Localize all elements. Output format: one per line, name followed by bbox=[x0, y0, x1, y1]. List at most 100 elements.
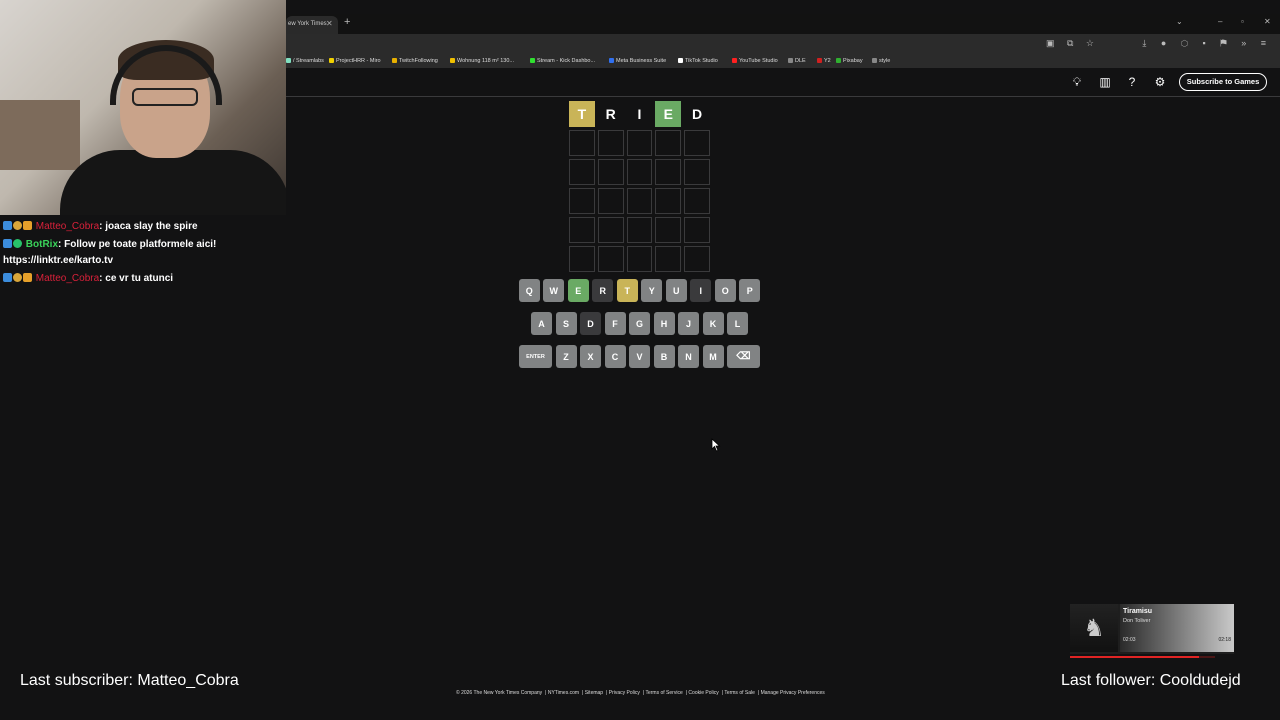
key-y[interactable]: Y bbox=[641, 279, 663, 302]
new-tab-icon[interactable]: + bbox=[344, 16, 350, 28]
chat-username: Matteo_Cobra bbox=[35, 221, 100, 232]
board-row bbox=[569, 159, 710, 185]
close-window-icon[interactable]: ✕ bbox=[1264, 17, 1271, 26]
progress-fill bbox=[1070, 656, 1200, 658]
key-a[interactable]: A bbox=[531, 312, 552, 335]
page-action-icons[interactable]: ▣ ⧉ ☆ bbox=[1046, 38, 1099, 49]
bookmark-item[interactable]: / Streamlabs bbox=[286, 58, 324, 64]
bookmark-favicon-icon bbox=[836, 58, 841, 63]
progress-track bbox=[1070, 656, 1215, 658]
badge-icon bbox=[3, 221, 12, 230]
minimize-icon[interactable]: – bbox=[1218, 17, 1222, 26]
footer-link[interactable]: | Privacy Policy bbox=[606, 690, 640, 696]
board-tile bbox=[597, 217, 624, 243]
board-tile bbox=[569, 217, 595, 243]
board-tile bbox=[655, 246, 682, 272]
board-tile bbox=[655, 130, 682, 156]
key-i[interactable]: I bbox=[690, 279, 712, 302]
key-d[interactable]: D bbox=[580, 312, 601, 335]
lightbulb-icon[interactable]: 💡︎ bbox=[1070, 75, 1084, 89]
board-tile bbox=[655, 217, 682, 243]
chat-panel: Matteo_Cobra: joaca slay the spire BotRi… bbox=[0, 218, 286, 288]
bookmark-item[interactable]: Meta Business Suite bbox=[609, 58, 666, 64]
key-n[interactable]: N bbox=[678, 345, 699, 368]
footer-link[interactable]: | Manage Privacy Preferences bbox=[758, 690, 825, 696]
bookmark-item[interactable]: DLE bbox=[788, 58, 806, 64]
footer-link[interactable]: | Sitemap bbox=[582, 690, 603, 696]
footer-link[interactable]: | Terms of Service bbox=[643, 690, 683, 696]
close-icon[interactable]: ✕ bbox=[326, 19, 333, 28]
key-m[interactable]: M bbox=[702, 345, 724, 368]
key-g[interactable]: G bbox=[629, 312, 650, 335]
tab-title: ew York Times bbox=[288, 21, 327, 27]
chevron-down-icon[interactable]: ⌄ bbox=[1176, 17, 1183, 26]
bookmarks-bar: / Streamlabs ProjectHRR - Miro TwitchFollo… bbox=[286, 54, 1280, 68]
bookmark-item[interactable]: Pixabay bbox=[836, 58, 863, 64]
webcam-feed bbox=[0, 0, 286, 215]
key-x[interactable]: X bbox=[580, 345, 601, 368]
bookmark-item[interactable]: Wohnung 118 m² 130... bbox=[450, 58, 514, 64]
bookmark-label: Wohnung 118 m² 130... bbox=[457, 58, 514, 64]
board-tile bbox=[597, 188, 624, 214]
backspace-key[interactable]: ⌫ bbox=[727, 345, 760, 368]
board-tile bbox=[684, 130, 710, 156]
enter-key[interactable]: ENTER bbox=[519, 345, 552, 368]
board-row: TRIED bbox=[569, 101, 710, 127]
help-icon[interactable]: ? bbox=[1125, 75, 1139, 89]
extension-icons[interactable]: ⤓ ● ⬡ ▪ ⚑ » ≡ bbox=[1142, 38, 1272, 49]
key-f[interactable]: F bbox=[604, 312, 626, 335]
chat-link[interactable]: https://linktr.ee/karto.tv bbox=[3, 255, 113, 266]
bookmark-item[interactable]: TwitchFollowing bbox=[392, 58, 438, 64]
key-o[interactable]: O bbox=[714, 279, 736, 302]
key-j[interactable]: J bbox=[678, 312, 699, 335]
footer-link[interactable]: | Cookie Policy bbox=[686, 690, 719, 696]
key-v[interactable]: V bbox=[629, 345, 650, 368]
stats-icon[interactable]: ▥ bbox=[1098, 75, 1112, 89]
bookmark-item[interactable]: YouTube Studio bbox=[732, 58, 778, 64]
key-u[interactable]: U bbox=[665, 279, 687, 302]
address-bar[interactable]: ▣ ⧉ ☆ ⤓ ● ⬡ ▪ ⚑ » ≡ bbox=[286, 34, 1280, 54]
bookmark-item[interactable]: Y2 bbox=[817, 58, 831, 64]
chat-message: Matteo_Cobra: ce vr tu atunci bbox=[0, 270, 286, 288]
bookmark-item[interactable]: ProjectHRR - Miro bbox=[329, 58, 381, 64]
footer: © 2026 The New York Times Company | NYTim… bbox=[456, 690, 828, 696]
song-title: Tiramisu bbox=[1123, 608, 1153, 615]
bookmark-item[interactable]: Stream - Kick Dashbo... bbox=[530, 58, 595, 64]
badge-icon bbox=[13, 273, 22, 282]
bookmark-label: ProjectHRR - Miro bbox=[336, 58, 381, 64]
restore-icon[interactable]: ▫ bbox=[1241, 17, 1244, 26]
key-e[interactable]: E bbox=[567, 279, 589, 302]
key-b[interactable]: B bbox=[653, 345, 675, 368]
footer-link[interactable]: | Terms of Sale bbox=[722, 690, 755, 696]
key-r[interactable]: R bbox=[592, 279, 614, 302]
key-w[interactable]: W bbox=[543, 279, 565, 302]
bookmark-label: Meta Business Suite bbox=[616, 58, 667, 64]
key-t[interactable]: T bbox=[616, 279, 638, 302]
board-row bbox=[569, 246, 710, 272]
board-tile bbox=[569, 159, 595, 185]
key-z[interactable]: Z bbox=[555, 345, 577, 368]
footer-link[interactable]: | NYTimes.com bbox=[545, 690, 579, 696]
key-k[interactable]: K bbox=[702, 312, 724, 335]
gear-icon[interactable]: ⚙ bbox=[1153, 75, 1167, 89]
tab-wordle[interactable]: ew York Times ✕ bbox=[286, 16, 338, 34]
chat-message: Matteo_Cobra: joaca slay the spire bbox=[0, 218, 286, 236]
footer-link[interactable]: © 2026 The New York Times Company bbox=[456, 690, 542, 696]
key-l[interactable]: L bbox=[727, 312, 748, 335]
key-s[interactable]: S bbox=[555, 312, 577, 335]
bookmark-item[interactable]: style bbox=[872, 58, 890, 64]
time-total: 02:18 bbox=[1218, 637, 1231, 643]
board-tile bbox=[569, 246, 595, 272]
board-row bbox=[569, 217, 710, 243]
key-p[interactable]: P bbox=[739, 279, 761, 302]
key-q[interactable]: Q bbox=[518, 279, 540, 302]
badge-icon bbox=[3, 239, 12, 248]
bookmark-item[interactable]: TikTok Studio bbox=[678, 58, 718, 64]
board-tile bbox=[626, 246, 653, 272]
bookmark-label: TikTok Studio bbox=[685, 58, 718, 64]
bookmark-favicon-icon bbox=[609, 58, 614, 63]
subscribe-button[interactable]: Subscribe to Games bbox=[1179, 73, 1267, 91]
bookmark-favicon-icon bbox=[286, 58, 291, 63]
key-h[interactable]: H bbox=[653, 312, 675, 335]
key-c[interactable]: C bbox=[604, 345, 626, 368]
